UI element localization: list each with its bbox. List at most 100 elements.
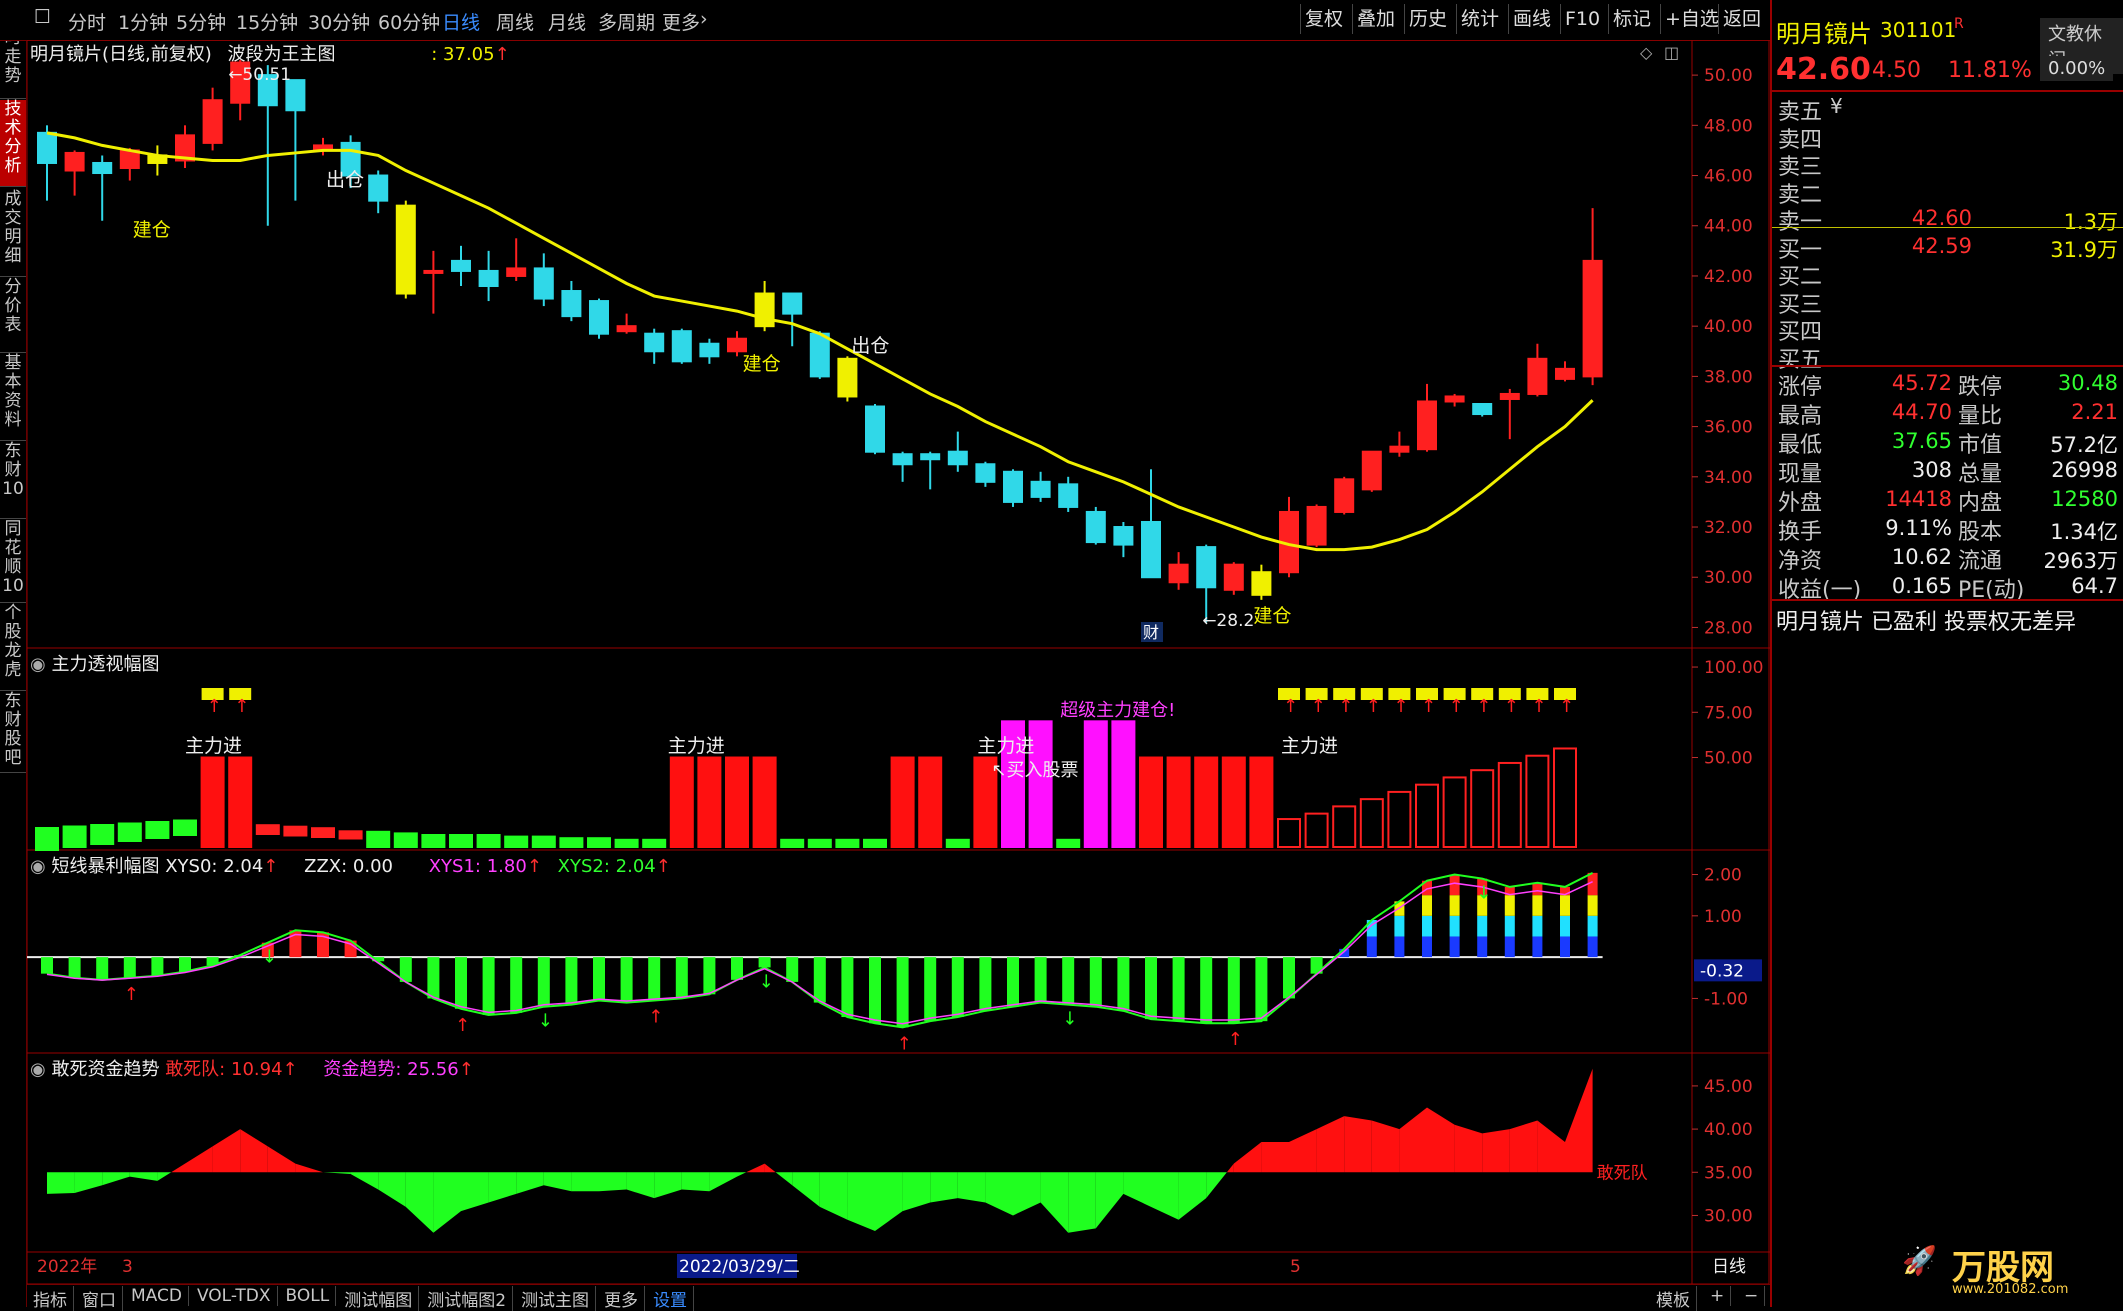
period-tab[interactable]: 日线	[442, 8, 480, 35]
news-line[interactable]: 明月镜片 已盈利 投票权无差异	[1776, 604, 2076, 636]
candle[interactable]	[1389, 445, 1410, 453]
candle[interactable]	[1361, 450, 1382, 491]
period-tab[interactable]: 周线	[496, 8, 534, 35]
candle[interactable]	[1306, 505, 1327, 546]
candle[interactable]	[423, 269, 444, 274]
period-tab[interactable]: 更多	[662, 8, 700, 35]
candle[interactable]	[865, 405, 885, 453]
candle[interactable]	[1251, 571, 1272, 596]
toolbar-button[interactable]: 复权	[1300, 4, 1347, 34]
toolbar-button[interactable]: 叠加	[1352, 4, 1399, 34]
bottom-tab[interactable]: 设置	[647, 1286, 695, 1311]
candle[interactable]	[837, 357, 858, 398]
left-tab[interactable]: 成交明细	[0, 190, 26, 277]
candle[interactable]	[975, 463, 996, 483]
toolbar-button[interactable]: 画线	[1508, 4, 1555, 34]
toolbar-button[interactable]: 历史	[1404, 4, 1451, 34]
period-tab[interactable]: 多周期	[598, 8, 655, 35]
pane2-title[interactable]: 主力透视幅图	[51, 654, 159, 675]
toolbar-button[interactable]: 统计	[1456, 4, 1503, 34]
bottom-tab[interactable]: MACD	[125, 1286, 189, 1306]
left-tab[interactable]: 个股龙虎	[0, 604, 26, 691]
candle[interactable]	[1472, 403, 1493, 416]
candle[interactable]	[368, 174, 389, 202]
pane-settings-icon[interactable]: ◉	[30, 1059, 46, 1080]
candle[interactable]	[1058, 483, 1079, 508]
candle[interactable]	[1334, 478, 1355, 513]
bottom-tab[interactable]: 指标	[27, 1286, 74, 1311]
candle[interactable]	[92, 161, 113, 175]
toolbar-button[interactable]: F10	[1560, 4, 1604, 34]
period-tab[interactable]: 60分钟	[378, 8, 440, 35]
bottom-right-button[interactable]: −	[1738, 1286, 1766, 1306]
candle[interactable]	[202, 99, 223, 144]
window-icon[interactable]: ◫	[1664, 43, 1679, 62]
bottom-tab[interactable]: 测试幅图2	[421, 1286, 514, 1311]
bottom-tab[interactable]: 测试幅图	[338, 1286, 420, 1311]
candle[interactable]	[1030, 480, 1051, 498]
bottom-tab[interactable]: 更多	[598, 1286, 646, 1311]
candle[interactable]	[782, 292, 803, 315]
candle[interactable]	[1113, 526, 1134, 546]
candle[interactable]	[561, 290, 582, 318]
candle[interactable]	[1527, 357, 1548, 395]
candle[interactable]	[1555, 367, 1575, 380]
chart-area[interactable]: 50.0048.0046.0044.0042.0040.0038.0036.00…	[27, 40, 1770, 1285]
candle[interactable]	[699, 342, 720, 358]
candle[interactable]	[395, 204, 416, 295]
diamond-icon[interactable]: ◇	[1640, 43, 1653, 62]
candle[interactable]	[589, 300, 609, 335]
period-tab[interactable]: 30分钟	[308, 8, 370, 35]
candle[interactable]	[892, 453, 913, 466]
candle[interactable]	[727, 337, 747, 353]
chevron-right-icon[interactable]: ›	[700, 8, 708, 30]
bottom-tab[interactable]: 测试主图	[515, 1286, 597, 1311]
left-tab[interactable]: 分价表	[0, 278, 26, 353]
candle[interactable]	[1444, 395, 1465, 403]
candle[interactable]	[671, 330, 692, 363]
candle[interactable]	[1417, 400, 1437, 451]
left-tab[interactable]: 东财股吧	[0, 692, 26, 773]
toolbar-button[interactable]: 返回	[1718, 4, 1765, 34]
toolbar-button[interactable]: +自选	[1660, 4, 1723, 34]
candle[interactable]	[1141, 521, 1161, 579]
candle[interactable]	[37, 131, 57, 164]
candle[interactable]	[478, 269, 499, 288]
indicator-name[interactable]: 波段为王主图	[228, 44, 336, 65]
candle[interactable]	[809, 332, 830, 378]
pane4-title[interactable]: 敢死资金趋势	[51, 1059, 159, 1080]
period-tab[interactable]: 月线	[548, 8, 586, 35]
candle[interactable]	[616, 325, 637, 333]
candle[interactable]	[1223, 563, 1244, 591]
period-tab[interactable]: 1分钟	[118, 8, 168, 35]
candle[interactable]	[1085, 510, 1106, 544]
left-tab[interactable]: 同花顺10	[0, 520, 26, 603]
candle[interactable]	[506, 267, 527, 277]
bottom-tab[interactable]: BOLL	[280, 1286, 337, 1306]
pane3-title[interactable]: 短线暴利幅图	[51, 856, 159, 877]
candle[interactable]	[1003, 470, 1023, 503]
menu-icon[interactable]: ☐	[34, 6, 51, 28]
bottom-right-button[interactable]: 模板	[1650, 1286, 1697, 1311]
bottom-tab[interactable]: VOL-TDX	[191, 1286, 278, 1306]
left-tab[interactable]: 基本资料	[0, 354, 26, 441]
candle[interactable]	[947, 450, 968, 466]
candle[interactable]	[1499, 392, 1520, 400]
bottom-tab[interactable]: 窗口	[76, 1286, 123, 1311]
left-tab[interactable]: 技术分析	[0, 100, 26, 187]
bottom-right-button[interactable]: +	[1704, 1286, 1732, 1306]
candle[interactable]	[64, 151, 85, 172]
period-tab[interactable]: 分时	[68, 8, 106, 35]
candle[interactable]	[451, 259, 471, 272]
period-tab[interactable]: 5分钟	[176, 8, 226, 35]
candle[interactable]	[1582, 259, 1603, 378]
toolbar-button[interactable]: 标记	[1608, 4, 1655, 34]
candle[interactable]	[533, 267, 554, 300]
period-tab[interactable]: 15分钟	[236, 8, 298, 35]
candle[interactable]	[1196, 546, 1217, 589]
pane-settings-icon[interactable]: ◉	[30, 856, 46, 877]
left-tab[interactable]: 东财10	[0, 442, 26, 519]
candle[interactable]	[1168, 563, 1189, 584]
order-price[interactable]: 42.59	[1852, 234, 1972, 258]
candle[interactable]	[644, 332, 665, 353]
